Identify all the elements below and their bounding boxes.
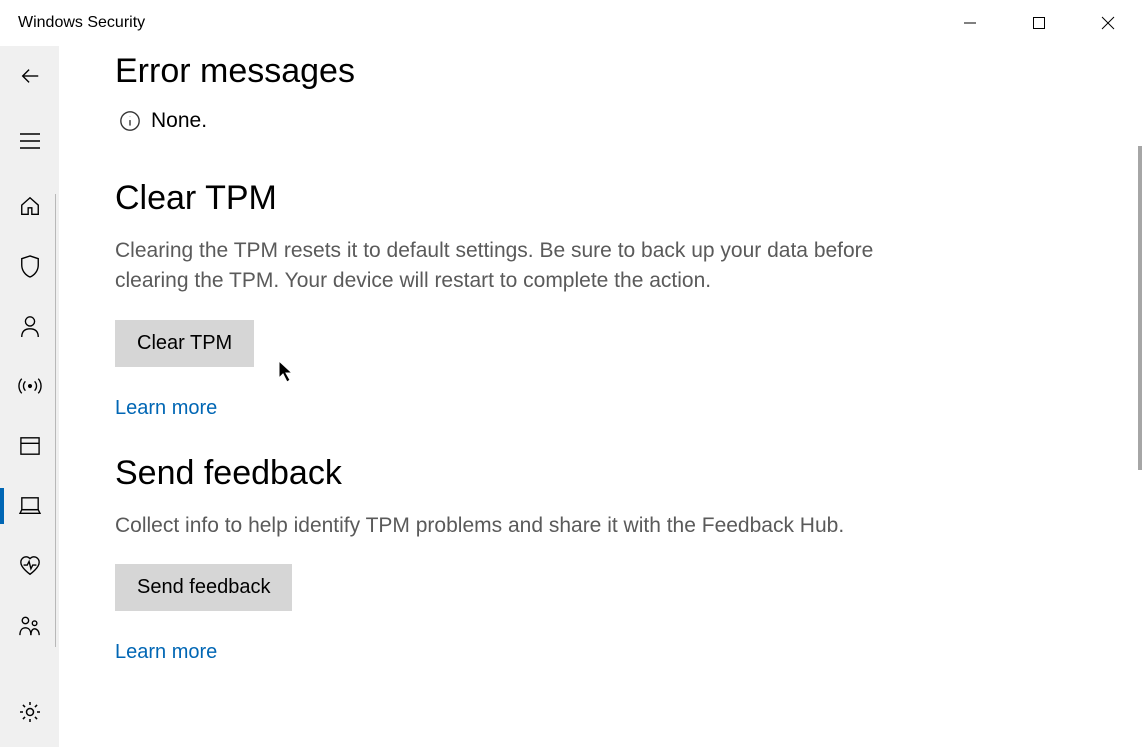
home-icon xyxy=(19,195,41,217)
send-feedback-heading: Send feedback xyxy=(115,454,1086,493)
nav-home[interactable] xyxy=(0,176,59,236)
scrollbar-thumb[interactable] xyxy=(1138,146,1142,470)
mouse-cursor-icon xyxy=(278,360,296,384)
clear-tpm-button[interactable]: Clear TPM xyxy=(115,320,254,367)
window-controls xyxy=(935,0,1142,46)
nav-virus-threat[interactable] xyxy=(0,236,59,296)
nav-settings[interactable] xyxy=(0,677,59,747)
clear-tpm-heading: Clear TPM xyxy=(115,179,1086,218)
antenna-icon xyxy=(18,375,42,397)
back-button[interactable] xyxy=(0,46,59,106)
clear-tpm-desc: Clearing the TPM resets it to default se… xyxy=(115,236,875,296)
laptop-icon xyxy=(18,496,42,516)
error-status-text: None. xyxy=(151,109,207,133)
back-arrow-icon xyxy=(19,65,41,87)
error-messages-heading: Error messages xyxy=(115,52,1086,91)
family-icon xyxy=(18,615,42,637)
hamburger-icon xyxy=(19,132,41,150)
nav-firewall-network[interactable] xyxy=(0,356,59,416)
nav-family-options[interactable] xyxy=(0,596,59,656)
send-feedback-desc: Collect info to help identify TPM proble… xyxy=(115,511,875,541)
maximize-button[interactable] xyxy=(1004,0,1073,46)
clear-tpm-learn-more-link[interactable]: Learn more xyxy=(115,397,217,420)
nav-device-performance[interactable] xyxy=(0,536,59,596)
title-bar: Windows Security xyxy=(0,0,1142,46)
heart-pulse-icon xyxy=(18,555,42,577)
sidebar xyxy=(0,46,59,747)
menu-toggle[interactable] xyxy=(0,106,59,176)
error-status-row: None. xyxy=(115,109,1086,133)
minimize-button[interactable] xyxy=(935,0,1004,46)
send-feedback-learn-more-link[interactable]: Learn more xyxy=(115,641,217,664)
window-title: Windows Security xyxy=(0,14,145,32)
app-window-icon xyxy=(19,436,41,456)
shield-icon xyxy=(19,254,41,278)
nav-device-security[interactable] xyxy=(0,476,59,536)
close-button[interactable] xyxy=(1073,0,1142,46)
person-icon xyxy=(19,314,41,338)
nav-app-browser-control[interactable] xyxy=(0,416,59,476)
info-icon xyxy=(119,110,141,132)
gear-icon xyxy=(18,700,42,724)
nav-account-protection[interactable] xyxy=(0,296,59,356)
main-content: Error messages None. Clear TPM Clearing … xyxy=(59,46,1142,747)
send-feedback-button[interactable]: Send feedback xyxy=(115,564,292,611)
